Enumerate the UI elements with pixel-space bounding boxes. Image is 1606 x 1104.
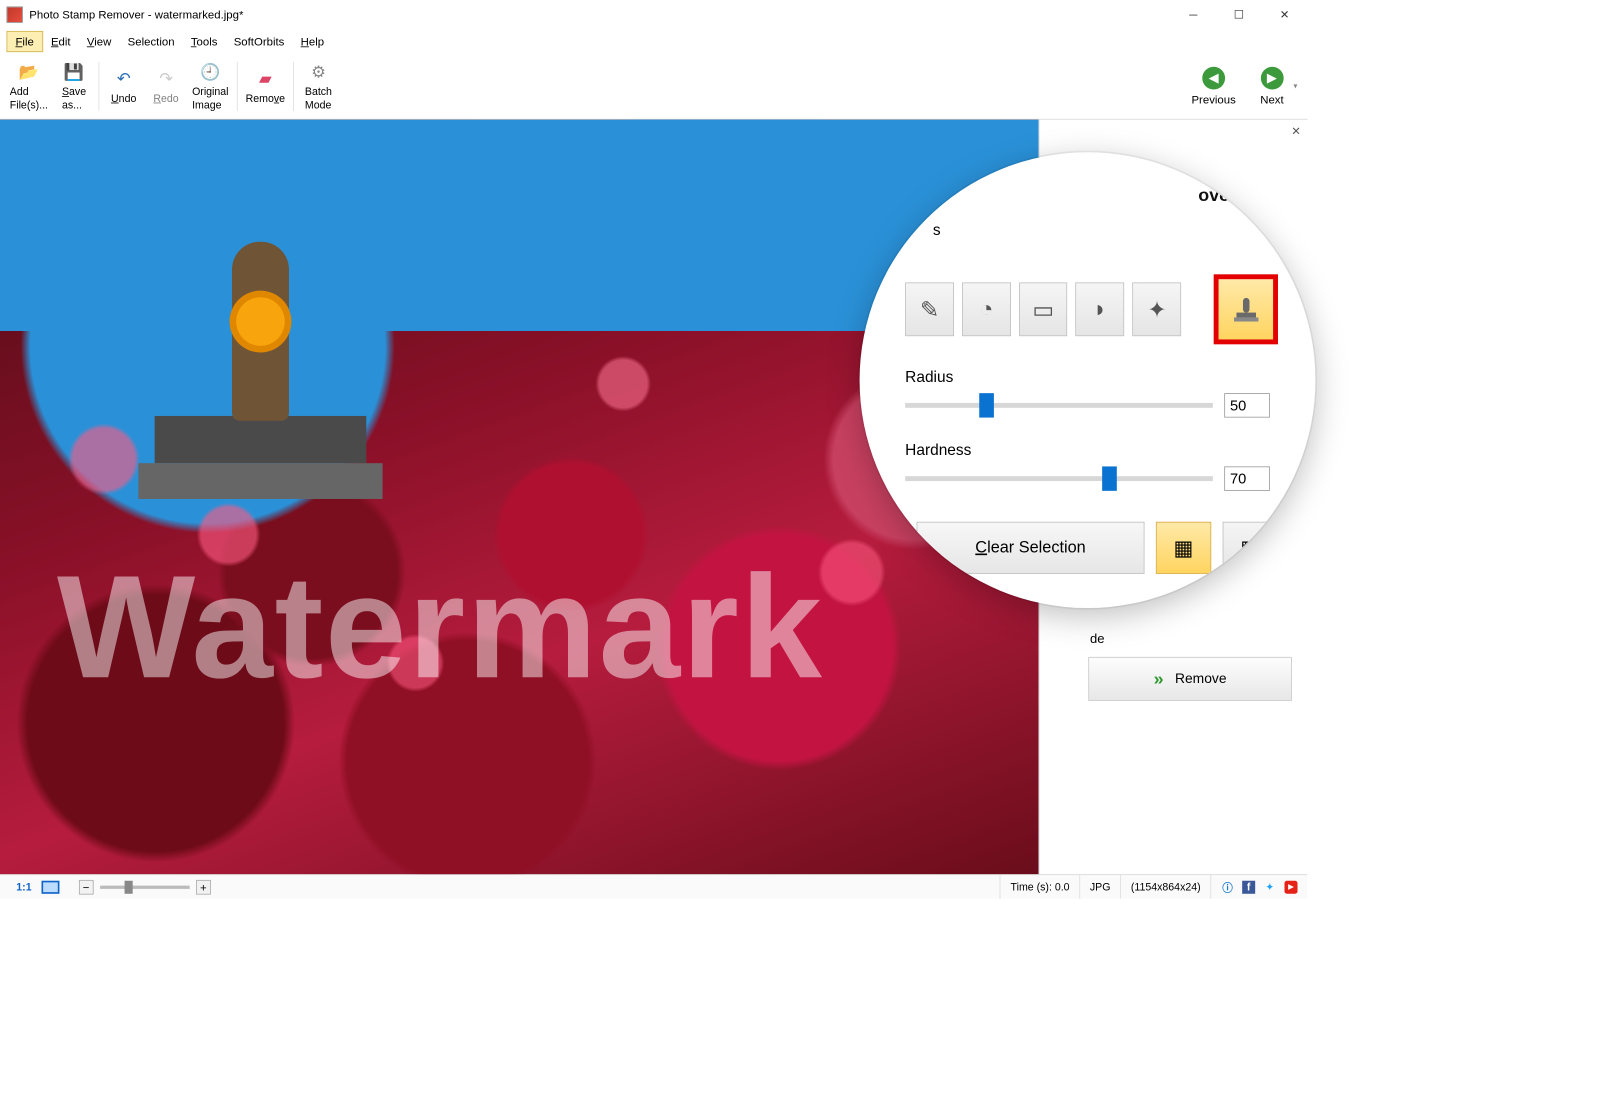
history-icon: 🕘 (199, 61, 222, 84)
status-time: Time (s): 0.0 (1000, 875, 1079, 899)
hardness-slider[interactable] (905, 476, 1213, 481)
close-button[interactable]: ✕ (1262, 0, 1308, 29)
marquee-icon: ▭ (1032, 296, 1054, 323)
eraser-tool[interactable]: ◔ (962, 282, 1011, 336)
arrow-right-icon: ▶ (1261, 67, 1284, 90)
image-canvas[interactable]: Watermark (0, 120, 1039, 875)
zoom-in-button[interactable]: + (196, 880, 211, 895)
lasso-tool[interactable]: ◗ (1076, 282, 1125, 336)
selection-tools-row: ✎ ◔ ▭ ◗ ✦ (897, 274, 1278, 344)
arrow-right-double-icon: » (1154, 668, 1164, 689)
mode-label: de (1088, 632, 1292, 647)
add-files-button[interactable]: 📂 AddFile(s)... (5, 58, 53, 114)
zoom-slider[interactable] (100, 885, 190, 888)
pencil-icon: ✎ (920, 296, 939, 323)
tools-label: s (897, 222, 1278, 240)
save-selection-button[interactable]: ▦ (1156, 522, 1211, 574)
panel-close-button[interactable]: ✕ (1291, 125, 1301, 139)
eraser-icon: ▰ (254, 68, 277, 91)
slider-thumb[interactable] (124, 880, 132, 893)
menu-selection[interactable]: Selection (120, 32, 183, 52)
clone-stamp-tool[interactable] (1214, 274, 1278, 344)
save-as-button[interactable]: 💾 Saveas... (53, 58, 95, 114)
status-social-icons: ⓘ f ✦ ▶ (1210, 875, 1307, 899)
save-icon: 💾 (63, 61, 86, 84)
window-title: Photo Stamp Remover - watermarked.jpg* (29, 8, 1170, 21)
info-icon[interactable]: ⓘ (1221, 880, 1234, 893)
twitter-icon[interactable]: ✦ (1263, 880, 1276, 893)
undo-icon: ↶ (112, 68, 135, 91)
window-controls: ─ ☐ ✕ (1171, 0, 1308, 29)
menu-file[interactable]: File (7, 31, 43, 52)
remove-button-toolbar[interactable]: ▰ Remove (241, 64, 290, 108)
youtube-icon[interactable]: ▶ (1284, 880, 1297, 893)
maximize-button[interactable]: ☐ (1216, 0, 1262, 29)
workarea: Watermark ✕ de » Remove ove s ✎ ◔ ▭ (0, 119, 1307, 874)
radius-label: Radius (897, 369, 1278, 387)
original-image-button[interactable]: 🕘 OriginalImage (187, 58, 233, 114)
facebook-icon[interactable]: f (1242, 880, 1255, 893)
menu-help[interactable]: Help (293, 32, 333, 52)
wand-icon: ✦ (1147, 296, 1166, 323)
menu-tools[interactable]: Tools (183, 32, 226, 52)
zoom-1to1-button[interactable]: 1:1 (10, 881, 38, 893)
redo-button[interactable]: ↷ Redo (145, 64, 187, 108)
load-selection-button[interactable]: ▦ (1223, 522, 1278, 574)
pencil-tool[interactable]: ✎ (905, 282, 954, 336)
zoom-out-button[interactable]: − (79, 880, 94, 895)
remove-action-button[interactable]: » Remove (1088, 657, 1292, 701)
menu-softorbits[interactable]: SoftOrbits (226, 32, 293, 52)
gear-icon: ⚙ (307, 61, 330, 84)
arrow-left-icon: ◀ (1202, 67, 1225, 90)
separator (98, 62, 99, 111)
statusbar: 1:1 − + Time (s): 0.0 JPG (1154x864x24) … (0, 874, 1307, 898)
separator (237, 62, 238, 111)
right-panel: ✕ de » Remove ove s ✎ ◔ ▭ ◗ ✦ (1039, 120, 1308, 875)
hardness-label: Hardness (897, 442, 1278, 460)
stamp-icon (1230, 293, 1263, 326)
fit-to-screen-button[interactable] (41, 880, 59, 893)
slider-thumb[interactable] (979, 393, 994, 417)
toolbar-dropdown-icon[interactable]: ▾ (1293, 82, 1302, 91)
next-button[interactable]: ▶ Next (1260, 67, 1283, 106)
eraser-icon: ◔ (979, 296, 993, 322)
menu-view[interactable]: View (79, 32, 120, 52)
menu-edit[interactable]: Edit (43, 32, 79, 52)
slider-thumb[interactable] (1102, 466, 1117, 490)
save-selection-icon: ▦ (1174, 535, 1194, 560)
undo-button[interactable]: ↶ Undo (103, 64, 145, 108)
previous-button[interactable]: ◀ Previous (1191, 67, 1235, 106)
stamp-graphic (155, 242, 367, 499)
titlebar: Photo Stamp Remover - watermarked.jpg* ─… (0, 0, 1307, 29)
marquee-tool[interactable]: ▭ (1019, 282, 1068, 336)
menubar: File Edit View Selection Tools SoftOrbit… (0, 29, 1307, 53)
load-selection-icon: ▦ (1240, 535, 1260, 560)
radius-slider[interactable] (905, 403, 1213, 408)
watermark-overlay-text: Watermark (57, 543, 824, 711)
redo-icon: ↷ (155, 68, 178, 91)
magnifier-callout: ove s ✎ ◔ ▭ ◗ ✦ Radius (860, 152, 1316, 608)
hardness-value-input[interactable]: 70 (1224, 466, 1270, 490)
folder-open-icon: 📂 (17, 61, 40, 84)
magic-wand-tool[interactable]: ✦ (1133, 282, 1182, 336)
radius-value-input[interactable]: 50 (1224, 393, 1270, 417)
status-dimensions: (1154x864x24) (1120, 875, 1210, 899)
minimize-button[interactable]: ─ (1171, 0, 1217, 29)
batch-mode-button[interactable]: ⚙ BatchMode (297, 58, 339, 114)
separator (293, 62, 294, 111)
status-format: JPG (1079, 875, 1120, 899)
lasso-icon: ◗ (1093, 296, 1107, 322)
app-icon (7, 7, 23, 23)
toolbar: 📂 AddFile(s)... 💾 Saveas... ↶ Undo ↷ Red… (0, 54, 1307, 119)
